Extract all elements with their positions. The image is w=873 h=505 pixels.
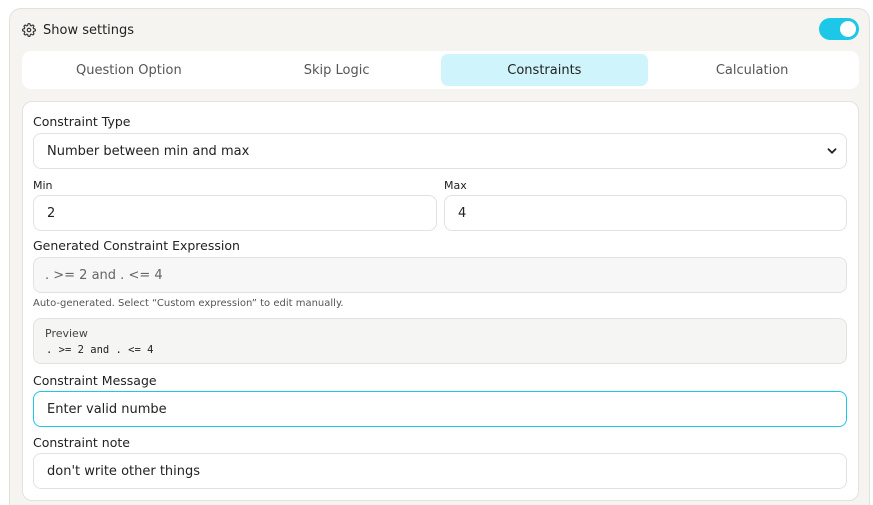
gear-icon bbox=[22, 23, 36, 37]
expression-value: . >= 2 and . <= 4 bbox=[45, 267, 163, 283]
constraint-message-value: Enter valid numbe bbox=[47, 401, 167, 417]
expression-label: Generated Constraint Expression bbox=[33, 238, 240, 253]
show-settings-label: Show settings bbox=[43, 22, 135, 38]
min-value: 2 bbox=[47, 205, 56, 221]
settings-card: Show settings Question Option Skip Logic… bbox=[9, 8, 870, 505]
toggle-knob bbox=[840, 21, 856, 37]
constraint-message-input[interactable]: Enter valid numbe bbox=[33, 391, 847, 427]
constraint-message-label: Constraint Message bbox=[33, 373, 157, 388]
settings-header[interactable]: Show settings bbox=[22, 21, 134, 39]
expression-preview: Preview . >= 2 and . <= 4 bbox=[33, 318, 847, 364]
constraint-type-select[interactable]: Number between min and max bbox=[33, 133, 847, 169]
chevron-down-icon bbox=[827, 146, 837, 156]
max-value: 4 bbox=[458, 205, 467, 221]
preview-title: Preview bbox=[45, 327, 88, 340]
constraint-note-label: Constraint note bbox=[33, 435, 130, 450]
show-settings-toggle[interactable] bbox=[819, 18, 859, 40]
preview-code: . >= 2 and . <= 4 bbox=[46, 344, 154, 356]
constraints-panel: Constraint Type Number between min and m… bbox=[22, 101, 859, 501]
expression-hint: Auto-generated. Select “Custom expressio… bbox=[33, 298, 344, 309]
max-label: Max bbox=[444, 179, 467, 192]
constraint-type-value: Number between min and max bbox=[47, 143, 250, 159]
tab-skip-logic[interactable]: Skip Logic bbox=[233, 54, 441, 86]
min-label: Min bbox=[33, 179, 53, 192]
tab-question-option[interactable]: Question Option bbox=[25, 54, 233, 86]
expression-field: . >= 2 and . <= 4 bbox=[33, 257, 847, 293]
settings-tabs: Question Option Skip Logic Constraints C… bbox=[22, 51, 859, 89]
constraint-type-label: Constraint Type bbox=[33, 114, 131, 129]
constraint-note-value: don't write other things bbox=[47, 463, 201, 479]
constraint-note-input[interactable]: don't write other things bbox=[33, 453, 847, 489]
tab-constraints[interactable]: Constraints bbox=[440, 54, 649, 86]
min-input[interactable]: 2 bbox=[33, 195, 437, 231]
max-input[interactable]: 4 bbox=[444, 195, 847, 231]
tab-calculation[interactable]: Calculation bbox=[648, 54, 856, 86]
